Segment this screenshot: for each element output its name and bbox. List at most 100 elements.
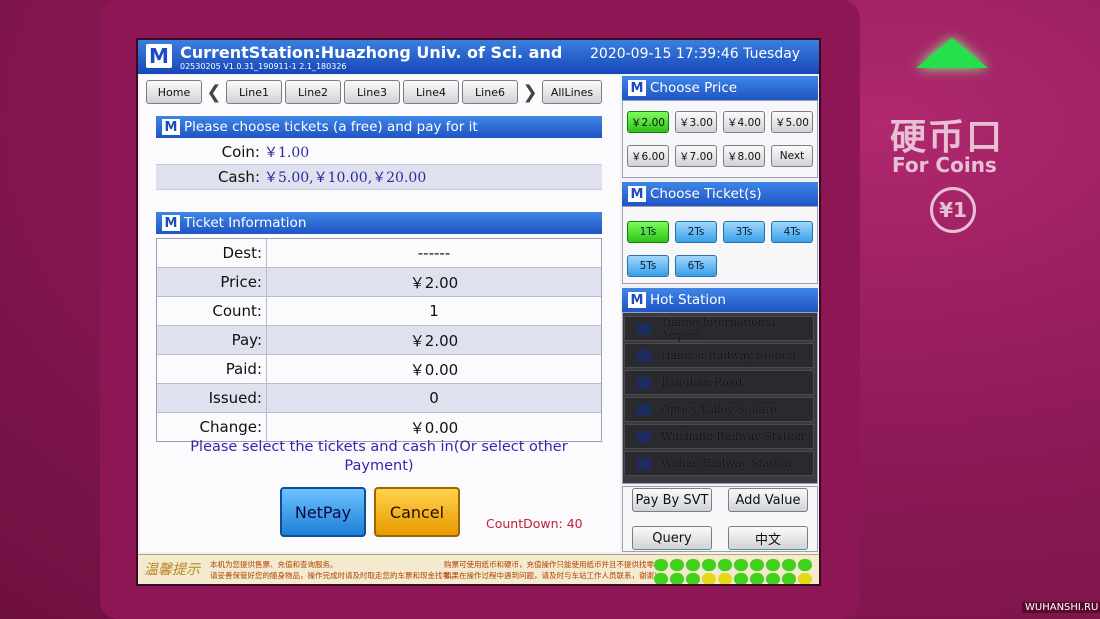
status-light <box>670 573 684 584</box>
pay-by-svt-button[interactable]: Pay By SVT <box>632 488 712 512</box>
hot-station-item[interactable]: Wuchang Railway Station <box>624 424 814 449</box>
status-light <box>686 559 700 571</box>
status-light <box>798 573 812 584</box>
paid-value: ￥0.00 <box>409 360 459 379</box>
line-button-1[interactable]: Line1 <box>226 80 282 104</box>
status-light <box>702 559 716 571</box>
metro-logo-icon: M <box>162 119 180 135</box>
language-button[interactable]: 中文 <box>728 526 808 550</box>
hot-station-label: Wuhan Railway Station <box>661 457 792 470</box>
change-value: ￥0.00 <box>409 418 459 437</box>
next-arrow-icon[interactable]: ❯ <box>521 80 539 104</box>
train-icon <box>637 430 651 443</box>
status-light <box>702 573 716 584</box>
watermark: WUHANSHI.RU <box>1022 602 1100 613</box>
price-option-2[interactable]: ￥2.00 <box>627 111 669 133</box>
ticket-count-6[interactable]: 6Ts <box>675 255 717 277</box>
coin-row: Coin: ￥1.00 <box>156 140 602 165</box>
add-value-button[interactable]: Add Value <box>728 488 808 512</box>
ticket-count-panel: 1Ts 2Ts 3Ts 4Ts 5Ts 6Ts <box>622 206 818 284</box>
table-row: Dest: ------ <box>157 239 601 268</box>
coin-value: ￥1.00 <box>264 145 310 161</box>
countdown-timer: CountDown: 40 <box>486 516 583 531</box>
table-row: Count: 1 <box>157 297 601 326</box>
status-light <box>750 573 764 584</box>
coin-slot-label-en: For Coins <box>892 153 997 177</box>
cancel-button[interactable]: Cancel <box>374 487 460 537</box>
status-light <box>734 573 748 584</box>
status-light <box>654 559 668 571</box>
status-light <box>798 559 812 571</box>
query-button[interactable]: Query <box>632 526 712 550</box>
price-option-4[interactable]: ￥4.00 <box>723 111 765 133</box>
price-label: Price: <box>157 268 267 296</box>
line-button-3[interactable]: Line3 <box>344 80 400 104</box>
paid-label: Paid: <box>157 355 267 383</box>
price-option-6[interactable]: ￥6.00 <box>627 145 669 167</box>
choose-price-heading: M Choose Price <box>622 76 818 100</box>
status-light <box>718 559 732 571</box>
status-light <box>734 559 748 571</box>
status-light <box>670 559 684 571</box>
choose-price-heading-text: Choose Price <box>650 80 738 96</box>
hot-station-item[interactable]: Wuhan Railway Station <box>624 451 814 476</box>
home-button[interactable]: Home <box>146 80 202 104</box>
status-light <box>782 559 796 571</box>
airplane-icon <box>637 322 651 335</box>
line-button-2[interactable]: Line2 <box>285 80 341 104</box>
price-option-5[interactable]: ￥5.00 <box>771 111 813 133</box>
dest-label: Dest: <box>157 239 267 267</box>
cash-label: Cash: <box>217 168 260 186</box>
current-station-title: CurrentStation:Huazhong Univ. of Sci. an… <box>180 43 563 62</box>
table-row: Change: ￥0.00 <box>157 413 601 441</box>
prev-arrow-icon[interactable]: ❮ <box>205 80 223 104</box>
ticket-info-heading-text: Ticket Information <box>184 215 307 231</box>
notice-left-line-1: 本机为您提供售票、充值和查询服务。 <box>210 560 338 569</box>
line-button-6[interactable]: Line6 <box>462 80 518 104</box>
cash-value: ￥5.00,￥10.00,￥20.00 <box>264 170 427 186</box>
ticket-count-5[interactable]: 5Ts <box>627 255 669 277</box>
header-bar: M CurrentStation:Huazhong Univ. of Sci. … <box>138 40 819 74</box>
hot-station-item[interactable]: Optics Valley Square <box>624 397 814 422</box>
table-row: Pay: ￥2.00 <box>157 326 601 355</box>
count-value: 1 <box>429 302 439 320</box>
table-row: Price: ￥2.00 <box>157 268 601 297</box>
status-light <box>766 559 780 571</box>
hot-station-item[interactable]: Tianhe International Airport <box>624 315 814 342</box>
price-option-7[interactable]: ￥7.00 <box>675 145 717 167</box>
pay-value: ￥2.00 <box>409 331 459 350</box>
notice-right-line-1: 购票可使用纸币和硬币，充值操作只能使用纸币并且不提供找零。 <box>444 560 662 569</box>
issued-value: 0 <box>429 389 439 407</box>
status-light <box>686 573 700 584</box>
instruction-text: Please select the tickets and cash in(Or… <box>190 439 568 474</box>
netpay-button[interactable]: NetPay <box>280 487 366 537</box>
price-next-button[interactable]: Next <box>771 145 813 167</box>
line-navigation: Home ❮ Line1 Line2 Line3 Line4 Line6 ❯ A… <box>146 80 602 104</box>
ticket-count-4[interactable]: 4Ts <box>771 221 813 243</box>
status-light <box>718 573 732 584</box>
train-icon <box>637 457 651 470</box>
hot-station-item[interactable]: Jianghan Road <box>624 370 814 395</box>
price-option-8[interactable]: ￥8.00 <box>723 145 765 167</box>
optics-icon <box>637 403 651 416</box>
all-lines-button[interactable]: AllLines <box>542 80 602 104</box>
metro-logo-icon: M <box>628 292 646 308</box>
ticket-count-1[interactable]: 1Ts <box>627 221 669 243</box>
ticket-count-2[interactable]: 2Ts <box>675 221 717 243</box>
price-option-3[interactable]: ￥3.00 <box>675 111 717 133</box>
line-button-4[interactable]: Line4 <box>403 80 459 104</box>
status-light <box>782 573 796 584</box>
payment-methods: Coin: ￥1.00 Cash: ￥5.00,￥10.00,￥20.00 <box>156 140 602 190</box>
notice-label: 温馨提示 <box>144 562 200 578</box>
hot-station-label: Optics Valley Square <box>661 403 778 416</box>
coin-indicator-arrow-icon <box>916 38 988 68</box>
ticket-count-3[interactable]: 3Ts <box>723 221 765 243</box>
status-light <box>750 559 764 571</box>
table-row: Paid: ￥0.00 <box>157 355 601 384</box>
cash-row: Cash: ￥5.00,￥10.00,￥20.00 <box>156 165 602 190</box>
count-label: Count: <box>157 297 267 325</box>
hot-station-label: Tianhe International Airport <box>660 315 776 342</box>
hot-station-item[interactable]: Hankou Railway Station <box>624 343 814 368</box>
ticket-machine-screen: M CurrentStation:Huazhong Univ. of Sci. … <box>136 38 821 586</box>
payment-heading: M Please choose tickets (a free) and pay… <box>156 116 602 138</box>
